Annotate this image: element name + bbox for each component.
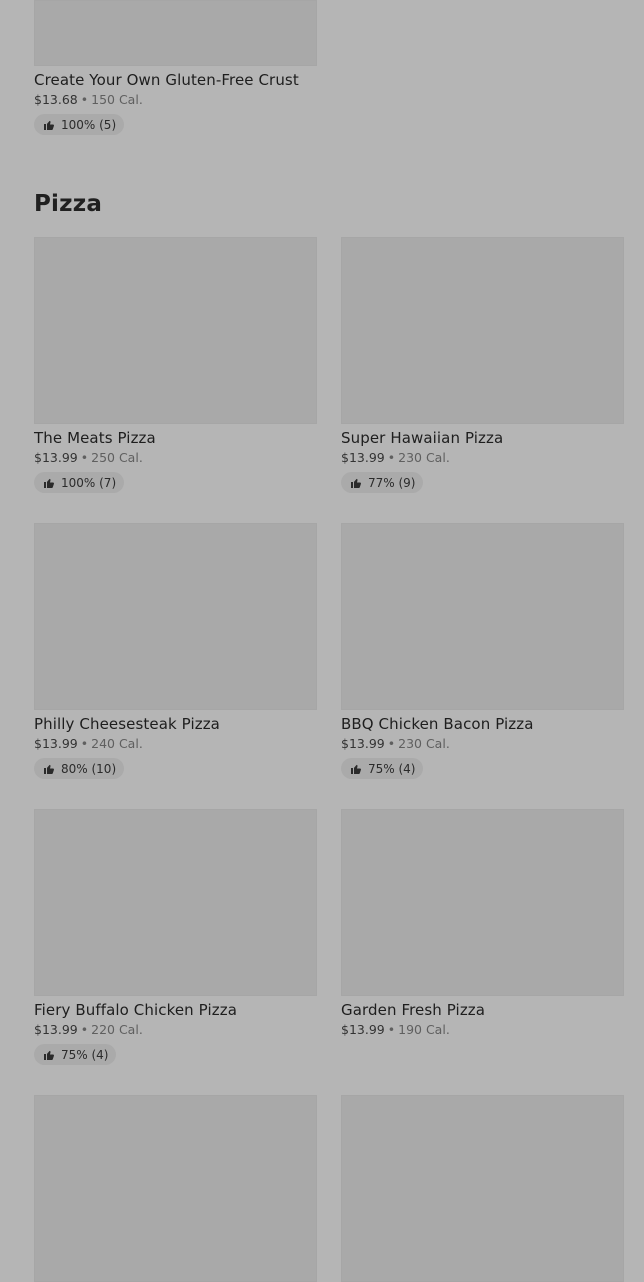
item-name: Fiery Buffalo Chicken Pizza <box>34 1001 237 1019</box>
rating-badge: 100% (5) <box>34 114 125 135</box>
item-calories: 230 Cal. <box>398 736 450 751</box>
item-price-calories: $13.99 • 240 Cal. <box>34 736 317 752</box>
rating-badge: 77% (9) <box>341 472 424 493</box>
separator-dot: • <box>387 450 396 465</box>
rating-text: 77% (9) <box>368 475 416 490</box>
item-calories: 150 Cal. <box>91 92 143 107</box>
menu-item-card[interactable] <box>34 1095 317 1282</box>
rating-text: 75% (4) <box>61 1047 109 1062</box>
item-name: Super Hawaiian Pizza <box>341 429 504 447</box>
menu-item-card[interactable]: Create Your Own Gluten-Free Crust $13.68… <box>34 0 317 135</box>
menu-item-card[interactable]: Fiery Buffalo Chicken Pizza $13.99 • 220 C… <box>34 809 317 1065</box>
thumbs-up-icon <box>43 763 55 775</box>
item-price-calories: $13.99 • 230 Cal. <box>341 736 624 752</box>
item-price-calories: $13.68 • 150 Cal. <box>34 92 317 108</box>
rating-badge: 100% (7) <box>34 472 125 493</box>
rating-badge: 75% (4) <box>34 1044 117 1065</box>
menu-item-card[interactable]: Philly Cheesesteak Pizza $13.99 • 240 Cal.… <box>34 523 317 779</box>
item-calories: 240 Cal. <box>91 736 143 751</box>
rating-badge: 75% (4) <box>341 758 424 779</box>
item-name: Philly Cheesesteak Pizza <box>34 715 220 733</box>
item-name: BBQ Chicken Bacon Pizza <box>341 715 534 733</box>
thumbs-up-icon <box>350 763 362 775</box>
item-image[interactable] <box>34 809 317 996</box>
item-image[interactable] <box>34 0 317 66</box>
thumbs-up-icon <box>43 477 55 489</box>
menu-item-card[interactable]: BBQ Chicken Bacon Pizza $13.99 • 230 Cal. … <box>341 523 624 779</box>
item-calories: 220 Cal. <box>91 1022 143 1037</box>
separator-dot: • <box>80 1022 89 1037</box>
rating-text: 100% (5) <box>61 117 117 132</box>
rating-text: 75% (4) <box>368 761 416 776</box>
item-price-calories: $13.99 • 250 Cal. <box>34 450 317 466</box>
menu-item-card[interactable]: Super Hawaiian Pizza $13.99 • 230 Cal. 77%… <box>341 237 624 493</box>
item-image[interactable] <box>341 237 624 424</box>
separator-dot: • <box>80 736 89 751</box>
menu-page: Create Your Own Gluten-Free Crust $13.68… <box>0 0 644 1282</box>
thumbs-up-icon <box>350 477 362 489</box>
item-image[interactable] <box>34 237 317 424</box>
item-calories: 190 Cal. <box>398 1022 450 1037</box>
item-name: The Meats Pizza <box>34 429 156 447</box>
item-name: Create Your Own Gluten-Free Crust <box>34 71 299 89</box>
item-price-calories: $13.99 • 230 Cal. <box>341 450 624 466</box>
item-price: $13.99 <box>34 450 78 465</box>
item-calories: 250 Cal. <box>91 450 143 465</box>
thumbs-up-icon <box>43 119 55 131</box>
item-price: $13.99 <box>34 1022 78 1037</box>
item-image[interactable] <box>341 1095 624 1282</box>
rating-text: 80% (10) <box>61 761 117 776</box>
separator-dot: • <box>387 1022 396 1037</box>
menu-item-card[interactable]: Garden Fresh Pizza $13.99 • 190 Cal. <box>341 809 624 1038</box>
rating-badge: 80% (10) <box>34 758 125 779</box>
item-name: Garden Fresh Pizza <box>341 1001 486 1019</box>
item-image[interactable] <box>341 809 624 996</box>
menu-item-card[interactable] <box>341 1095 624 1282</box>
separator-dot: • <box>80 92 89 107</box>
item-price: $13.99 <box>341 1022 385 1037</box>
item-price-calories: $13.99 • 220 Cal. <box>34 1022 317 1038</box>
menu-item-card[interactable]: The Meats Pizza $13.99 • 250 Cal. 100% (7) <box>34 237 317 493</box>
rating-text: 100% (7) <box>61 475 117 490</box>
item-price: $13.99 <box>341 736 385 751</box>
thumbs-up-icon <box>43 1049 55 1061</box>
section-title: Pizza <box>34 191 103 217</box>
item-image[interactable] <box>34 1095 317 1282</box>
separator-dot: • <box>80 450 89 465</box>
item-price: $13.99 <box>34 736 78 751</box>
item-image[interactable] <box>34 523 317 710</box>
item-calories: 230 Cal. <box>398 450 450 465</box>
item-image[interactable] <box>341 523 624 710</box>
separator-dot: • <box>387 736 396 751</box>
item-price-calories: $13.99 • 190 Cal. <box>341 1022 624 1038</box>
item-price: $13.99 <box>341 450 385 465</box>
item-price: $13.68 <box>34 92 78 107</box>
